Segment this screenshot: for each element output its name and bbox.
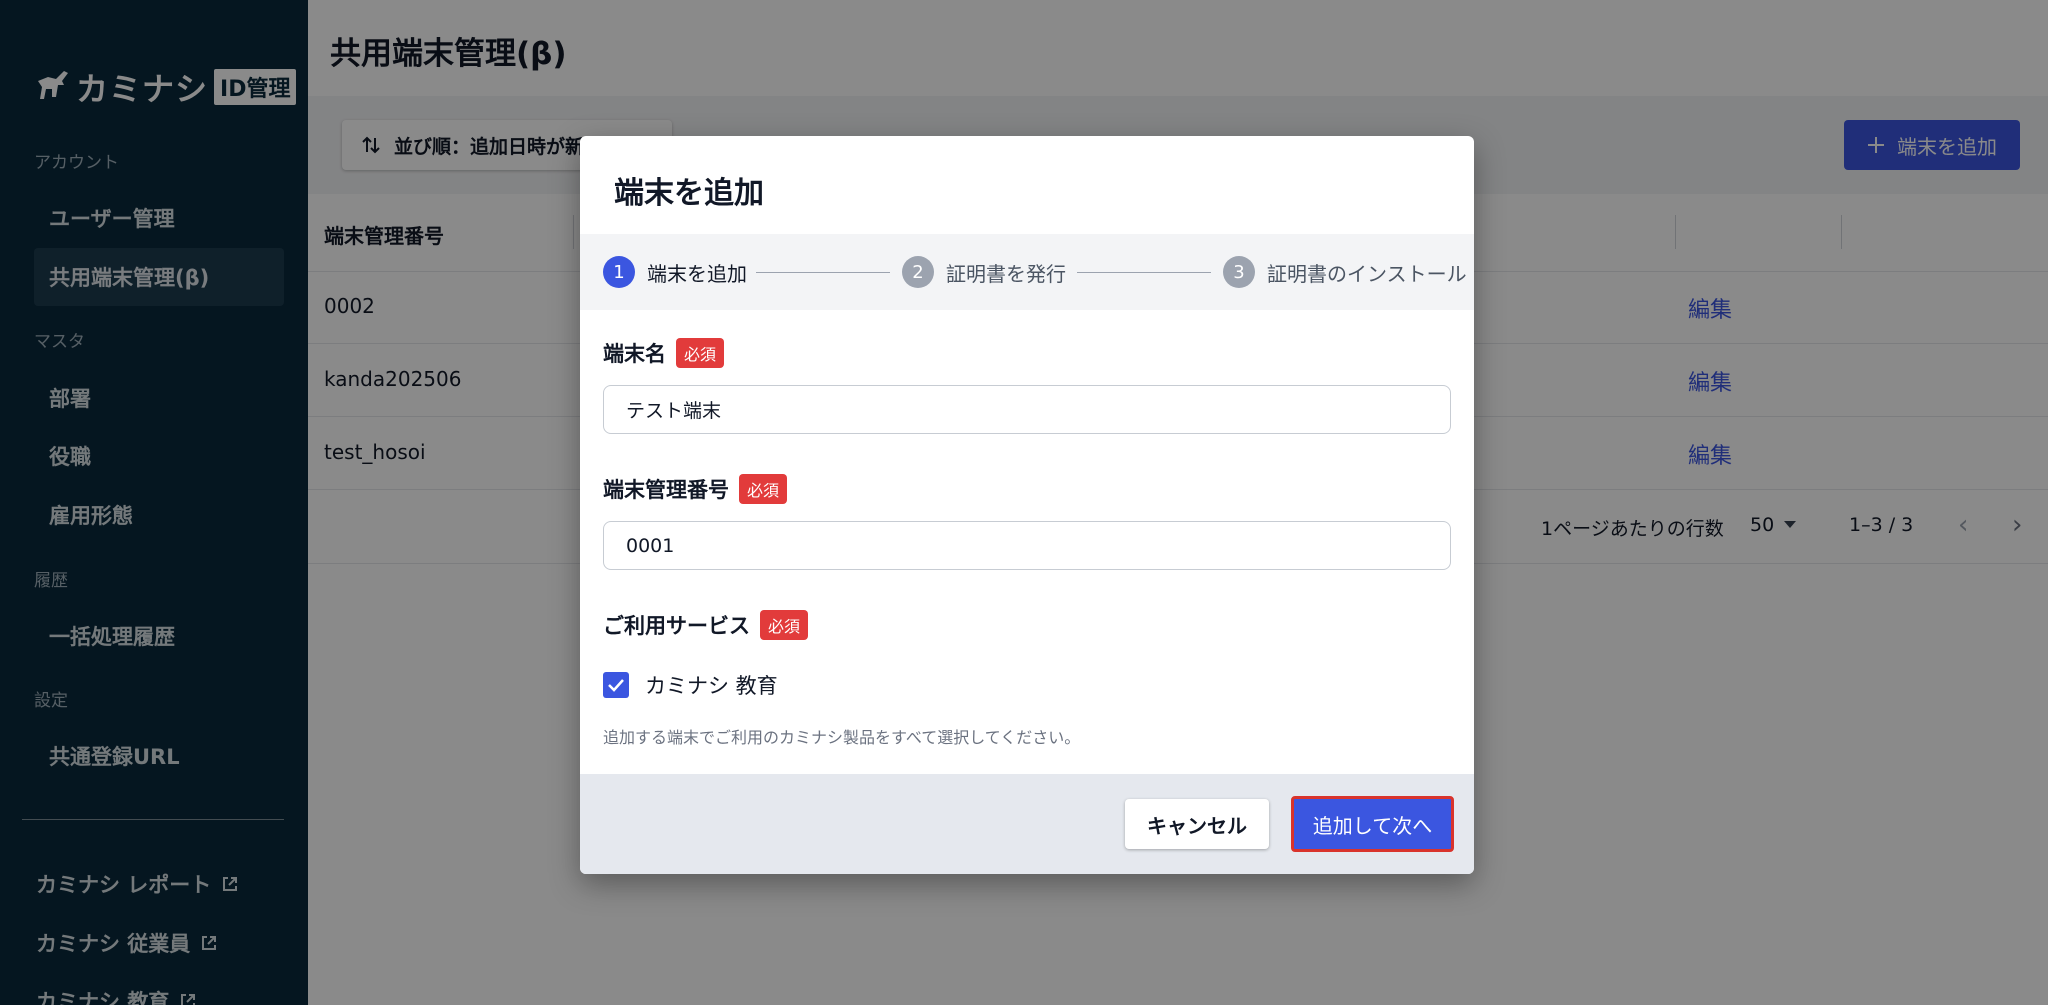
device-number-label-row: 端末管理番号 必須 xyxy=(603,474,788,504)
step-label: 端末を追加 xyxy=(647,261,747,286)
device-number-label: 端末管理番号 xyxy=(603,478,729,502)
dialog-title: 端末を追加 xyxy=(614,176,764,211)
service-checkbox[interactable] xyxy=(603,672,629,698)
dialog-footer: キャンセル 追加して次へ xyxy=(580,774,1474,874)
services-label-row: ご利用サービス 必須 xyxy=(603,610,809,640)
step-number: 1 xyxy=(603,256,635,288)
device-number-input[interactable] xyxy=(603,521,1451,570)
step-number: 3 xyxy=(1223,256,1255,288)
required-badge: 必須 xyxy=(676,338,725,368)
step-connector xyxy=(1077,272,1211,273)
add-device-dialog: 端末を追加 1 端末を追加 2 証明書を発行 3 証明書のインストール 端末名 … xyxy=(580,136,1474,874)
step-label: 証明書を発行 xyxy=(946,261,1066,286)
device-name-label: 端末名 xyxy=(603,342,666,366)
step-label: 証明書のインストール xyxy=(1267,261,1467,286)
check-icon xyxy=(608,679,624,692)
add-and-next-button[interactable]: 追加して次へ xyxy=(1291,796,1454,852)
services-help-text: 追加する端末でご利用のカミナシ製品をすべて選択してください。 xyxy=(603,728,1081,747)
device-name-label-row: 端末名 必須 xyxy=(603,338,725,368)
step-number: 2 xyxy=(902,256,934,288)
step-connector xyxy=(756,272,890,273)
step-2: 2 証明書を発行 xyxy=(902,256,1066,288)
stepper: 1 端末を追加 2 証明書を発行 3 証明書のインストール xyxy=(580,234,1474,310)
device-name-input[interactable] xyxy=(603,385,1451,434)
cancel-button[interactable]: キャンセル xyxy=(1125,799,1269,849)
service-option-label: カミナシ 教育 xyxy=(645,674,778,698)
step-1: 1 端末を追加 xyxy=(603,256,747,288)
required-badge: 必須 xyxy=(760,610,809,640)
service-option-education[interactable]: カミナシ 教育 xyxy=(603,670,778,700)
required-badge: 必須 xyxy=(739,474,788,504)
step-3: 3 証明書のインストール xyxy=(1223,256,1467,288)
services-label: ご利用サービス xyxy=(603,614,750,638)
